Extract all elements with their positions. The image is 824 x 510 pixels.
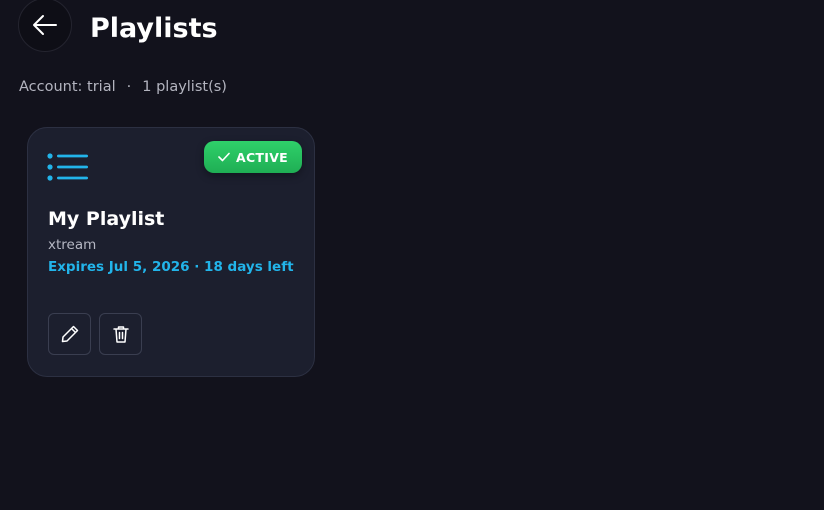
account-summary: Account: trial · 1 playlist(s): [19, 77, 227, 97]
edit-button[interactable]: [48, 313, 91, 355]
delete-button[interactable]: [99, 313, 142, 355]
playlist-card[interactable]: ACTIVE My Playlist xtream Expires Jul 5,…: [27, 127, 315, 377]
status-badge: ACTIVE: [204, 141, 302, 173]
back-button[interactable]: [18, 0, 72, 52]
list-icon: [47, 153, 91, 181]
status-label: ACTIVE: [235, 149, 289, 165]
playlist-count: 1 playlist(s): [142, 79, 227, 95]
meta-separator: ·: [126, 79, 132, 95]
check-icon: [218, 152, 230, 162]
arrow-left-icon: [32, 14, 58, 36]
trash-icon: [111, 324, 131, 344]
playlist-name: My Playlist: [48, 208, 165, 230]
playlist-expiry: Expires Jul 5, 2026 · 18 days left: [48, 259, 294, 275]
pencil-icon: [60, 324, 80, 344]
account-label: Account: trial: [19, 79, 116, 95]
playlist-type: xtream: [48, 237, 97, 253]
page-title: Playlists: [90, 13, 218, 44]
